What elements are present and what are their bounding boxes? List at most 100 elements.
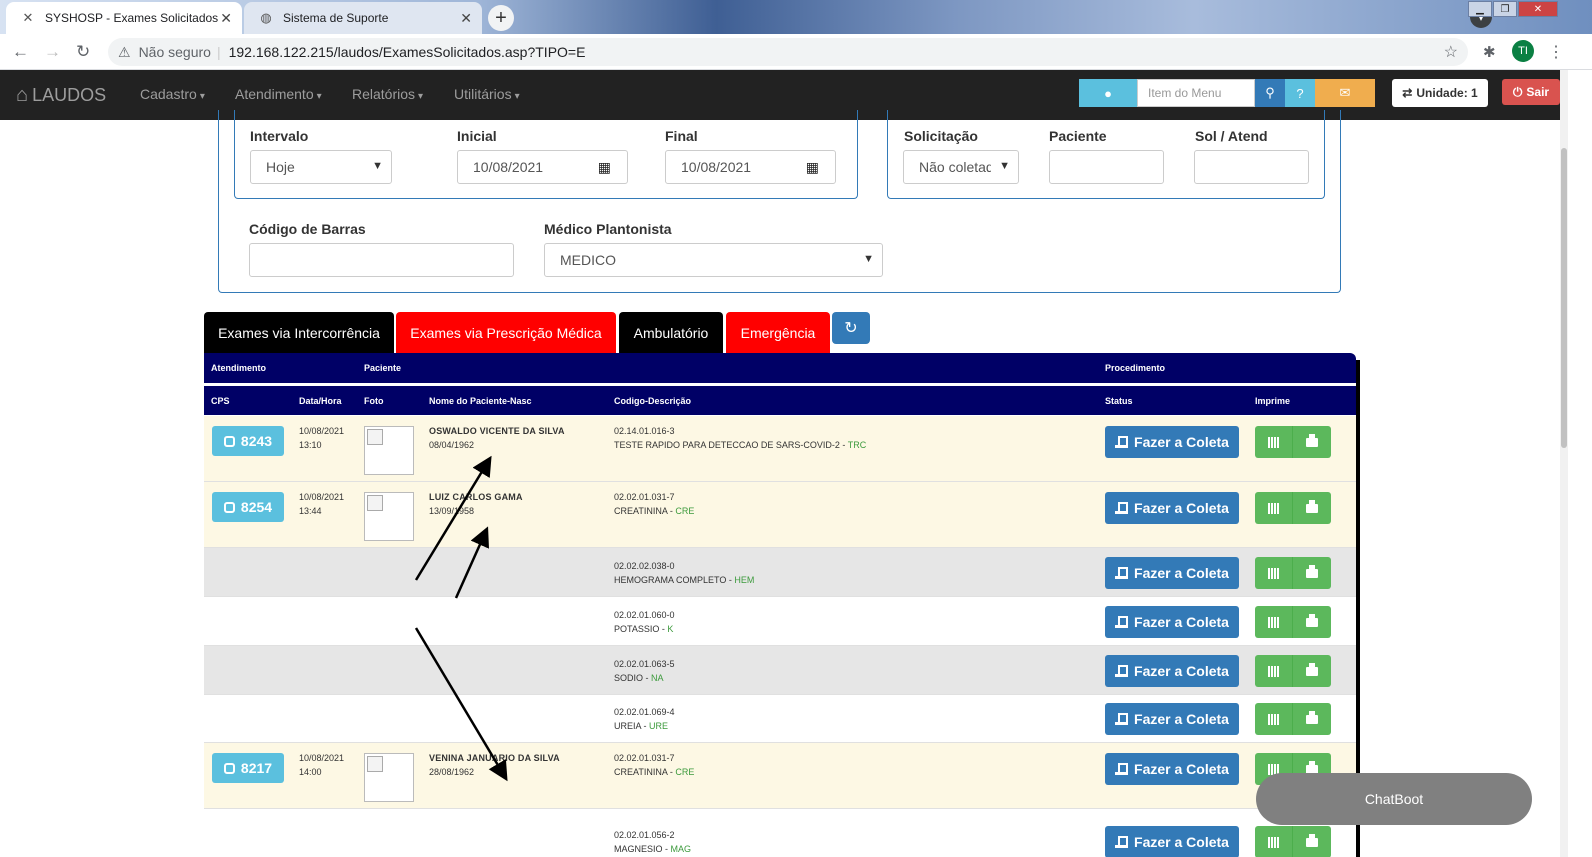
menu-utilitarios[interactable]: Utilitários [454,86,520,102]
fazer-coleta-button[interactable]: Fazer a Coleta [1105,426,1239,458]
bookmark-star-icon[interactable]: ☆ [1444,42,1458,62]
cps-button[interactable]: 8243 [212,426,284,456]
th-procedimento: Procedimento [1105,363,1166,373]
codigo-barras-input[interactable] [249,243,514,277]
print-button[interactable] [1293,606,1331,638]
reload-icon[interactable]: ↻ [76,42,90,62]
printer-icon [1306,710,1318,724]
user-button[interactable]: ● [1079,79,1137,107]
print-button[interactable] [1293,492,1331,524]
barcode-print-button[interactable] [1255,826,1293,857]
barcode-print-button[interactable] [1255,557,1293,589]
printer-icon [1306,499,1318,513]
forward-arrow-icon[interactable]: → [44,42,61,62]
th-data-hora: Data/Hora [299,396,342,406]
solicitacao-select[interactable]: Não coletad ▼ [903,150,1019,184]
menu-search-input[interactable]: Item do Menu [1137,79,1255,107]
brand-link[interactable]: ⌂ LAUDOS [16,84,106,107]
chatbot-button[interactable]: ChatBoot [1256,773,1532,825]
navbar-tools: ● Item do Menu ⚲ ? ✉ [1079,79,1375,107]
medico-label: Médico Plantonista [544,221,672,237]
barcode-print-button[interactable] [1255,426,1293,458]
unidade-button[interactable]: ⇄ Unidade: 1 [1392,79,1488,107]
calendar-icon[interactable]: ▦ [598,159,611,176]
collect-icon [1115,502,1129,514]
fazer-coleta-button[interactable]: Fazer a Coleta [1105,655,1239,687]
back-arrow-icon[interactable]: ← [12,42,29,62]
print-button[interactable] [1293,703,1331,735]
print-group [1255,606,1331,638]
print-button[interactable] [1293,426,1331,458]
search-button[interactable]: ⚲ [1255,79,1285,107]
inicial-value: 10/08/2021 [473,159,544,175]
barcode-print-button[interactable] [1255,655,1293,687]
medico-select[interactable]: MEDICO ▼ [544,243,883,277]
new-tab-button[interactable]: + [488,5,514,31]
time: 13:10 [299,440,322,450]
print-button[interactable] [1293,557,1331,589]
restore-button[interactable]: ❐ [1493,1,1517,17]
barcode-print-button[interactable] [1255,492,1293,524]
fazer-coleta-button[interactable]: Fazer a Coleta [1105,557,1239,589]
browser-tab-title: SYSHOSP - Exames Solicitados [45,11,219,25]
question-icon: ? [1296,85,1304,101]
menu-relatorios[interactable]: Relatórios [352,86,423,102]
time: 13:44 [299,506,322,516]
extensions-puzzle-icon[interactable]: ✱ [1483,43,1496,61]
menu-atendimento[interactable]: Atendimento [235,86,322,102]
codigo-barras-label: Código de Barras [249,221,366,237]
tab-prescricao-medica[interactable]: Exames via Prescrição Médica [396,312,616,354]
paciente-input[interactable] [1049,150,1164,184]
tab-emergencia[interactable]: Emergência [726,312,830,354]
sol-atend-input[interactable] [1194,150,1309,184]
th-nome: Nome do Paciente-Nasc [429,396,532,406]
brand-label: LAUDOS [32,85,107,105]
minimize-button[interactable]: ▁ [1468,1,1492,17]
collect-icon [1115,436,1129,448]
browser-menu-icon[interactable]: ⋮ [1548,42,1564,62]
scrollbar-thumb[interactable] [1561,148,1567,448]
fazer-coleta-button[interactable]: Fazer a Coleta [1105,753,1239,785]
browser-tab-syshosp[interactable]: ✕ SYSHOSP - Exames Solicitados ✕ [6,2,242,34]
url-input[interactable]: ⚠ Não seguro | 192.168.122.215/laudos/Ex… [108,38,1468,66]
patient-info: VENINA JANUARIO DA SILVA 28/08/1962 [429,751,560,779]
close-window-button[interactable]: ✕ [1518,1,1558,17]
logout-button[interactable]: ⏻ Sair [1502,79,1560,105]
tab-intercorrencia[interactable]: Exames via Intercorrência [204,312,394,354]
procedure-code: 02.02.01.069-4 [614,707,675,717]
browser-tab-suporte[interactable]: ◍ Sistema de Suporte ✕ [244,2,482,34]
mail-button[interactable]: ✉ [1315,79,1375,107]
solicitacao-value: Não coletad [919,159,991,175]
fazer-coleta-button[interactable]: Fazer a Coleta [1105,826,1239,857]
final-date-input[interactable]: 10/08/2021 ▦ [665,150,836,184]
medico-value: MEDICO [560,252,616,268]
print-button[interactable] [1293,826,1331,857]
procedure-code: 02.14.01.016-3 [614,426,675,436]
close-tab-icon[interactable]: ✕ [460,10,472,27]
barcode-print-button[interactable] [1255,606,1293,638]
fazer-coleta-button[interactable]: Fazer a Coleta [1105,606,1239,638]
fazer-coleta-button[interactable]: Fazer a Coleta [1105,703,1239,735]
collect-icon [1115,713,1129,725]
inicial-date-input[interactable]: 10/08/2021 ▦ [457,150,628,184]
refresh-button[interactable]: ↻ [832,312,870,344]
cps-button[interactable]: 8254 [212,492,284,522]
security-label: Não seguro [138,44,211,60]
page-scrollbar[interactable] [1560,70,1568,857]
close-tab-icon[interactable]: ✕ [220,10,232,27]
barcode-icon [1267,713,1280,725]
logout-label: Sair [1526,85,1550,99]
procedure-sigla: K [667,624,674,634]
menu-cadastro[interactable]: Cadastro [140,86,205,102]
cps-button[interactable]: 8217 [212,753,284,783]
barcode-print-button[interactable] [1255,703,1293,735]
print-button[interactable] [1293,655,1331,687]
exams-table: Atendimento Paciente Procedimento CPS Da… [204,353,1356,857]
tab-ambulatorio[interactable]: Ambulatório [619,312,723,354]
calendar-icon[interactable]: ▦ [806,159,819,176]
help-button[interactable]: ? [1285,79,1315,107]
intervalo-select[interactable]: Hoje ▼ [250,150,392,184]
profile-avatar[interactable]: TI [1512,40,1534,62]
swap-icon: ⇄ [1402,86,1413,100]
fazer-coleta-button[interactable]: Fazer a Coleta [1105,492,1239,524]
